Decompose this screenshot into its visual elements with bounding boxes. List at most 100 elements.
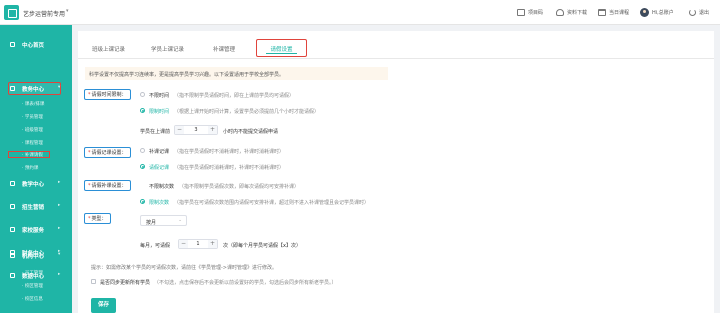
leave-record-option[interactable]: 请假记课 （指在学员请假时消耗课时，补课时不消耗课时） <box>149 164 284 171</box>
tab-class-records[interactable]: 班级上课记录 <box>92 45 125 53</box>
makeup-limited-option[interactable]: 限制次数 （指学员在可请假次数范围内请假可安排补课，超过则不进入补课管理且会记学员… <box>149 199 369 206</box>
avatar <box>640 8 649 17</box>
makeup-record-radio[interactable] <box>140 148 145 153</box>
option-name: 不限时间 <box>149 93 170 99</box>
notice-banner: 科学设置不仅提高学习连续率，更是提高学员学习兴趣。以下设置适用于学校全部学员。 <box>85 67 388 80</box>
hours-stepper[interactable]: − 3 + <box>174 125 218 135</box>
qr-code-icon <box>517 9 525 16</box>
stepper-minus-button[interactable]: − <box>175 126 184 134</box>
hours-value[interactable]: 3 <box>184 127 208 133</box>
hours-after-label: 小时内不能提交请假申请 <box>223 129 279 135</box>
tab-leave-settings[interactable]: 请假设置 <box>256 39 307 57</box>
chevron-right-icon: ▸ <box>58 272 61 277</box>
sidebar-item-home[interactable]: 中心首页 <box>0 38 72 51</box>
building-icon <box>10 253 15 258</box>
heart-icon <box>10 227 15 232</box>
stepper-minus-button[interactable]: − <box>179 240 188 248</box>
option-name: 补课记课 <box>149 149 170 155</box>
option-desc: （指不限制学员请假次数，即每次请假均可安排补课） <box>179 184 300 190</box>
sidebar-item-label: 中心首页 <box>22 43 45 49</box>
monthly-before-label: 每月，可请假 <box>140 243 171 249</box>
tab-student-records[interactable]: 学员上课记录 <box>151 45 184 53</box>
sidebar-subitem-students[interactable]: · 学员管理 <box>22 114 43 120</box>
megaphone-icon <box>10 204 15 209</box>
sidebar-subitem-booking[interactable]: · 预约课 <box>22 165 38 171</box>
top-bar: 艺步运营前专用 ▾ 项目码 资料下载 当日课程 Hi,总账户 退出 <box>0 0 720 25</box>
chevron-right-icon: ▸ <box>58 226 61 231</box>
required-mark: * <box>88 149 91 156</box>
monthly-stepper[interactable]: − 1 + <box>178 239 218 249</box>
sidebar-subitem-courses[interactable]: · 课程管理 <box>22 140 43 146</box>
leave-limited-radio[interactable] <box>140 108 145 113</box>
grid-icon <box>10 42 15 47</box>
chart-icon <box>10 273 15 278</box>
logout-button[interactable]: 退出 <box>689 8 709 17</box>
makeup-record-option[interactable]: 补课记课 （指在学员请假时不消耗课时，补课时消耗课时） <box>149 148 284 155</box>
sidebar-item-family[interactable]: 家校服务 ▸ <box>0 223 72 236</box>
sidebar-item-education[interactable]: 教务中心 ▾ <box>0 82 72 95</box>
required-mark: * <box>88 182 91 189</box>
notice-text: 科学设置不仅提高学习连续率，更是提高学员学习兴趣。以下设置适用于学校全部学员。 <box>89 72 285 78</box>
option-name: 限制次数 <box>149 200 170 206</box>
download-label: 资料下载 <box>567 10 588 16</box>
leave-record-radio[interactable] <box>140 164 145 169</box>
project-code-button[interactable]: 项目码 <box>517 8 543 17</box>
required-mark: * <box>88 91 91 98</box>
sidebar-item-teaching[interactable]: 教学中心 ▸ <box>0 177 72 190</box>
option-desc: （根据上课开始时间计算，设置学员必须提前几个小时才能请假） <box>174 109 320 115</box>
sidebar-item-organization[interactable]: 机构中心 ▾ <box>0 249 72 262</box>
leave-unlimited-option[interactable]: 不限时间 （指不限制学员请假时间，即在上课前学员均可请假） <box>149 92 294 99</box>
sidebar-item-marketing[interactable]: 招生营销 ▸ <box>0 200 72 213</box>
sidebar-subitem-campus-info[interactable]: · 校区信息 <box>22 296 43 302</box>
monthly-after-label: 次（即每个月学员可请假【x】次） <box>223 243 301 249</box>
today-courses-button[interactable]: 当日课程 <box>598 8 629 17</box>
option-desc: （指学员在可请假次数范围内请假可安排补课，超过则不进入补课管理且会记学员课时） <box>174 200 370 206</box>
tab-leave-settings-label: 请假设置 <box>270 47 293 53</box>
type-selected-value: 按月 <box>146 220 157 226</box>
grid-icon <box>10 86 15 91</box>
sidebar-subitem-leave[interactable]: · 补课请假 <box>22 152 43 158</box>
stepper-plus-button[interactable]: + <box>208 126 217 134</box>
leave-limited-option[interactable]: 限制时间 （根据上课开始时间计算，设置学员必须提前几个小时才能请假） <box>149 108 319 115</box>
save-button[interactable]: 保存 <box>91 298 116 313</box>
option-desc: （指不限制学员请假时间，即在上课前学员均可请假） <box>174 93 295 99</box>
calendar-icon <box>598 9 606 16</box>
power-icon <box>689 9 696 16</box>
sync-desc: （不勾选，点击保存后不会更新以前设置好的学员，勾选后会同步所有新老学员。） <box>154 280 337 286</box>
sidebar-item-label: 家校服务 <box>22 228 45 234</box>
sync-checkbox[interactable] <box>91 279 96 284</box>
makeup-unlimited-option[interactable]: 不限制次数 （指不限制学员请假次数，即每次请假均可安排补课） <box>149 183 299 190</box>
chevron-right-icon: ▸ <box>58 203 61 208</box>
cloud-download-icon <box>556 9 564 16</box>
main-panel: 班级上课记录 学员上课记录 补课管理 请假设置 科学设置不仅提高学习连续率，更是… <box>78 31 714 313</box>
account-menu[interactable]: Hi,总账户 <box>640 8 674 17</box>
makeup-limited-radio[interactable] <box>140 199 145 204</box>
sidebar-subitem-schedule[interactable]: · 课表/排课 <box>22 101 44 107</box>
today-courses-label: 当日课程 <box>609 10 630 16</box>
book-icon <box>10 181 15 186</box>
option-desc: （指在学员请假时不消耗课时，补课时消耗课时） <box>174 149 285 155</box>
chevron-down-icon[interactable]: ▾ <box>66 8 69 14</box>
active-tab-underline <box>266 53 297 54</box>
sidebar-subitem-staff[interactable]: · 员工管理 <box>22 270 43 276</box>
sidebar-item-label: 招生营销 <box>22 205 45 211</box>
tab-makeup-management[interactable]: 补课管理 <box>213 45 235 53</box>
option-name: 请假记课 <box>149 165 170 171</box>
type-select[interactable]: 按月 ⌄ <box>140 215 187 226</box>
sync-label: 是否同步更新所有学员 <box>100 280 151 286</box>
logo-icon <box>4 5 19 20</box>
option-name: 不限制次数 <box>149 184 175 190</box>
stepper-plus-button[interactable]: + <box>208 240 217 248</box>
sidebar-item-label: 教务中心 <box>22 87 45 93</box>
sidebar-subitem-classes[interactable]: · 班级管理 <box>22 127 43 133</box>
download-button[interactable]: 资料下载 <box>556 8 587 17</box>
sidebar-subitem-campus[interactable]: · 校区管理 <box>22 283 43 289</box>
type-label: * 类型： <box>84 213 111 224</box>
tip-text: 提示：如需修改某个学员的可请假次数，请前往《学员管理->课时管理》进行修改。 <box>91 265 277 271</box>
leave-unlimited-radio[interactable] <box>140 92 145 97</box>
sync-option[interactable]: 是否同步更新所有学员 （不勾选，点击保存后不会更新以前设置好的学员，勾选后会同步所… <box>100 279 337 286</box>
monthly-value[interactable]: 1 <box>188 241 208 247</box>
hours-before-label: 学员在上课前 <box>140 129 171 135</box>
brand-name[interactable]: 艺步运营前专用 <box>23 9 65 18</box>
sidebar-item-label: 机构中心 <box>22 254 45 260</box>
